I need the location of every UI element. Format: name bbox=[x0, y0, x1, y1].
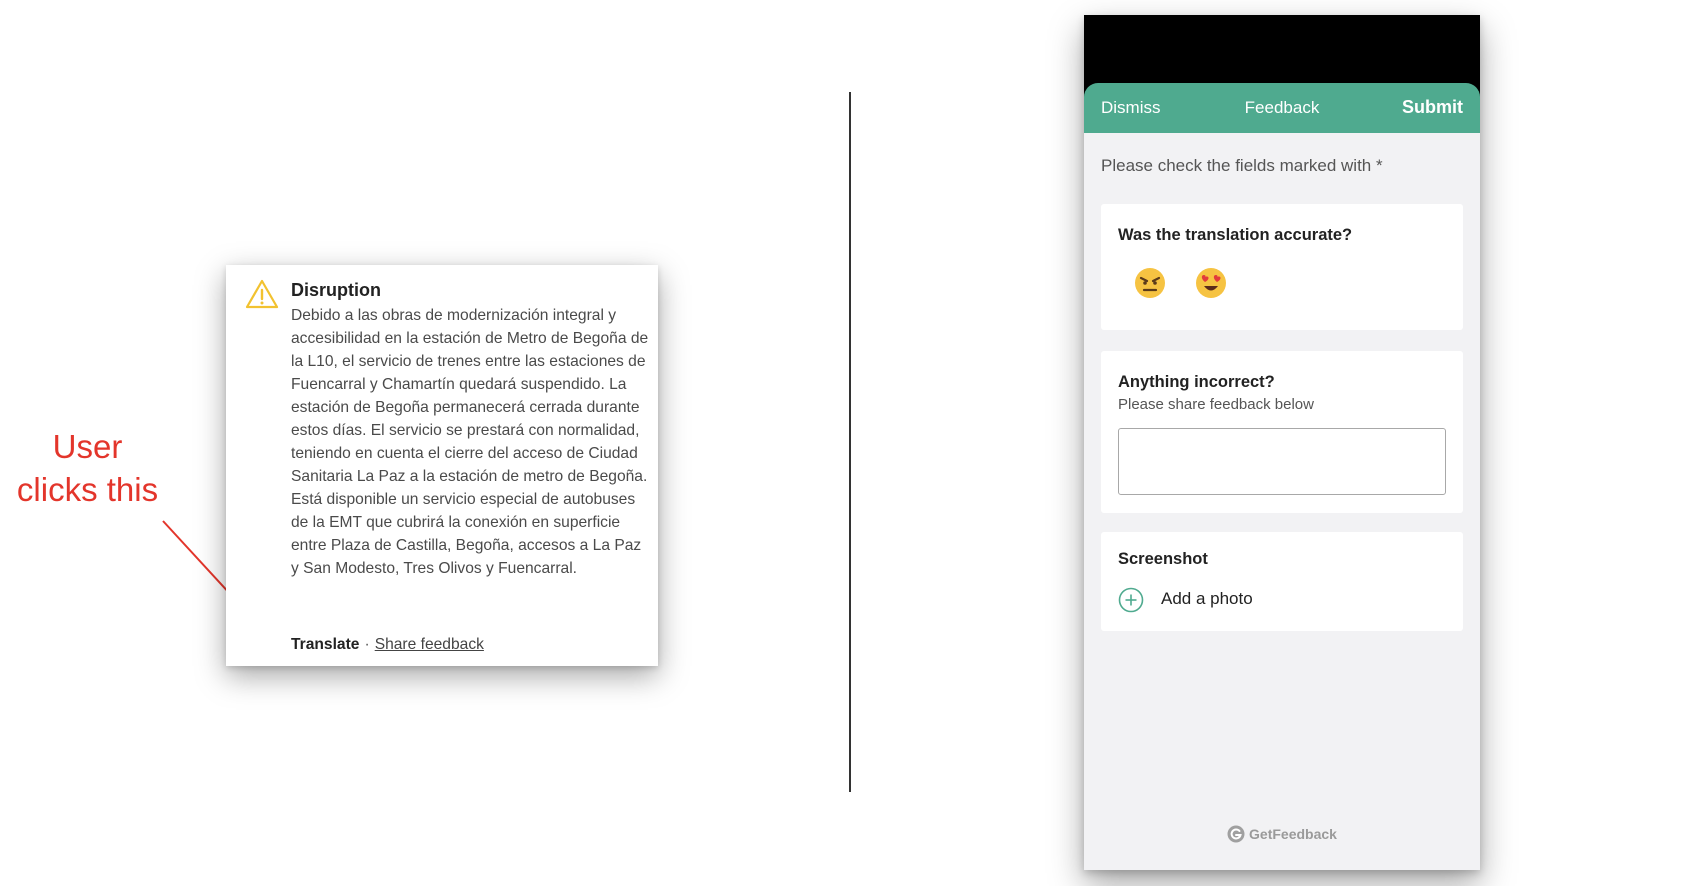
accuracy-section: Was the translation accurate? bbox=[1101, 204, 1463, 330]
heart-eyes-face-icon[interactable] bbox=[1195, 267, 1227, 299]
disruption-card: Disruption Debido a las obras de moderni… bbox=[226, 265, 658, 666]
feedback-textarea[interactable] bbox=[1118, 428, 1446, 495]
incorrect-section: Anything incorrect? Please share feedbac… bbox=[1101, 351, 1463, 513]
action-separator: · bbox=[364, 636, 370, 653]
card-actions: Translate · Share feedback bbox=[291, 634, 484, 656]
annotation-label: User clicks this bbox=[0, 425, 175, 511]
plus-circle-icon bbox=[1118, 587, 1144, 613]
translate-link[interactable]: Translate bbox=[291, 636, 359, 653]
screenshot-section: Screenshot Add a photo bbox=[1101, 532, 1463, 631]
disruption-message: Debido a las obras de modernización inte… bbox=[291, 307, 649, 577]
getfeedback-label: GetFeedback bbox=[1249, 826, 1337, 842]
screenshot-title: Screenshot bbox=[1118, 550, 1208, 568]
incorrect-subtitle: Please share feedback below bbox=[1118, 396, 1314, 413]
feedback-header: Dismiss Feedback Submit bbox=[1084, 83, 1480, 133]
getfeedback-branding: GetFeedback bbox=[1084, 825, 1480, 848]
accuracy-question: Was the translation accurate? bbox=[1118, 226, 1353, 244]
annotation-line-1: User bbox=[52, 428, 123, 465]
vertical-divider bbox=[849, 92, 851, 792]
annotation-line-2: clicks this bbox=[16, 471, 159, 508]
feedback-phone-screen: Dismiss Feedback Submit Please check the… bbox=[1084, 15, 1480, 870]
submit-button[interactable]: Submit bbox=[1402, 97, 1463, 118]
share-feedback-link[interactable]: Share feedback bbox=[375, 636, 484, 653]
warning-triangle-icon bbox=[245, 279, 279, 309]
angry-face-icon[interactable] bbox=[1134, 267, 1166, 299]
disruption-title: Disruption bbox=[291, 280, 381, 300]
add-photo-label: Add a photo bbox=[1161, 589, 1253, 608]
required-fields-notice: Please check the fields marked with * bbox=[1101, 156, 1383, 175]
getfeedback-logo-icon bbox=[1227, 825, 1245, 843]
incorrect-question: Anything incorrect? bbox=[1118, 373, 1275, 391]
